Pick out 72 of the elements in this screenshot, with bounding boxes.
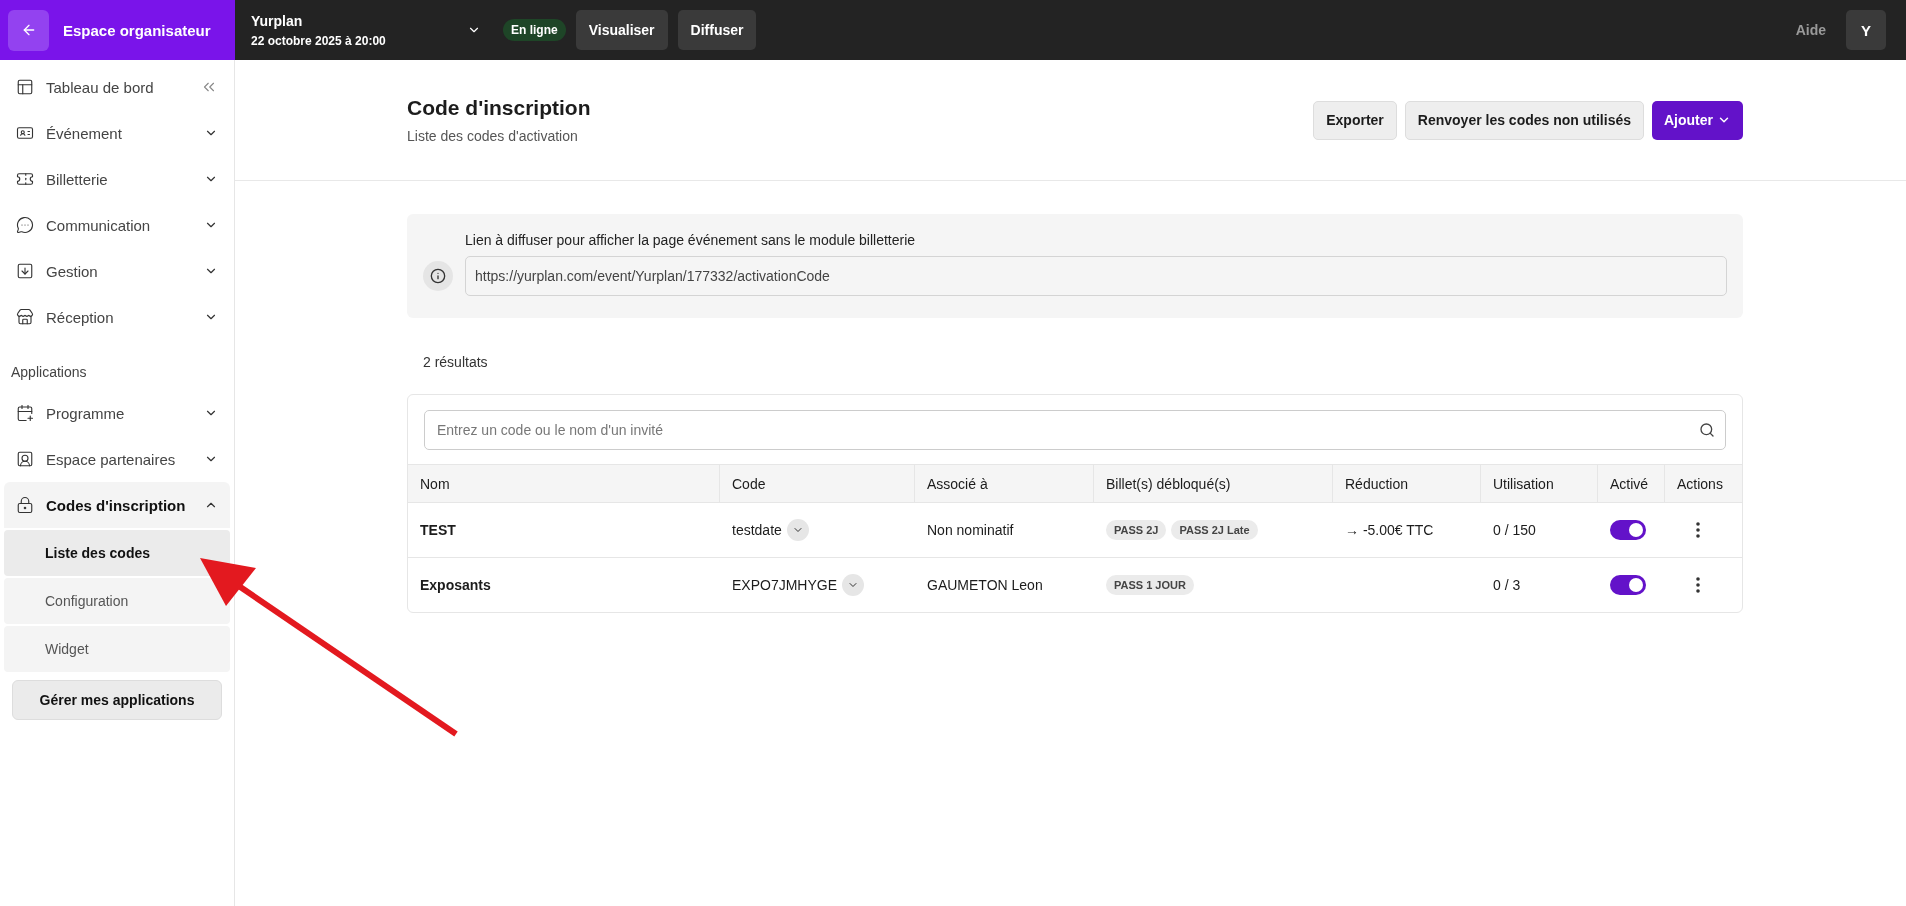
header-button[interactable]: Exporter [1313, 100, 1397, 140]
sidebar-item[interactable]: Événement [4, 110, 230, 156]
column-header: Billet(s) débloqué(s) [1094, 465, 1333, 502]
topbar-button[interactable]: Diffuser [677, 10, 757, 50]
menu-item-icon [16, 404, 34, 422]
menu-item-icon [16, 308, 34, 326]
menu-item-icon [16, 124, 34, 142]
sidebar-item[interactable]: Tableau de bord [4, 64, 230, 110]
associated-cell: GAUMETON Leon [927, 577, 1043, 593]
column-header: Code [720, 465, 915, 502]
sidebar-subitem[interactable]: Widget [4, 626, 230, 672]
reduction-cell: → -5.00€ TTC [1345, 522, 1434, 538]
active-toggle[interactable] [1610, 520, 1646, 540]
event-date: 22 octobre 2025 à 20:00 [251, 33, 386, 48]
ticket-tag: PASS 2J [1106, 520, 1167, 540]
menu-item-icon [16, 496, 34, 514]
search-input[interactable]: Entrez un code ou le nom d'un invité [435, 421, 1691, 439]
event-name: Yurplan [251, 12, 304, 29]
name-cell: TEST [420, 522, 456, 538]
menu-item-icon [16, 78, 34, 96]
page-title: Code d'inscription [407, 96, 592, 120]
url-field[interactable]: https://yurplan.com/event/Yurplan/177332/activationCode [465, 256, 1727, 296]
sidebar-subitem[interactable]: Configuration [4, 578, 230, 624]
more-vertical-icon [1696, 577, 1700, 593]
usage-cell: 0 / 150 [1493, 522, 1536, 538]
name-cell: Exposants [420, 577, 491, 593]
code-dropdown-button[interactable] [786, 519, 809, 541]
sidebar-subitem[interactable]: Liste des codes [4, 530, 230, 576]
sidebar-item[interactable]: Billetterie [4, 156, 230, 202]
column-header: Utilisation [1481, 465, 1598, 502]
section-title: Applications [11, 364, 88, 380]
info-icon [423, 261, 453, 291]
more-actions-button[interactable] [1696, 577, 1700, 593]
sidebar-item[interactable]: Communication [4, 202, 230, 248]
ticket-tag: PASS 2J Late [1171, 520, 1258, 540]
help-link[interactable]: Aide [1795, 22, 1826, 38]
sidebar-item[interactable]: Gestion [4, 248, 230, 294]
code-cell: testdate [732, 522, 782, 538]
add-dropdown-button[interactable]: Ajouter [1652, 100, 1743, 140]
column-header: Actions [1676, 474, 1724, 494]
associated-cell: Non nominatif [927, 522, 1014, 538]
ticket-tag: PASS 1 JOUR [1106, 575, 1194, 595]
topbar-button[interactable]: Visualiser [575, 10, 668, 50]
sidebar-item[interactable]: Programme [4, 390, 230, 436]
menu-item-icon [16, 450, 34, 468]
menu-item-icon [16, 170, 34, 188]
results-count: 2 résultats [423, 354, 489, 370]
avatar-button[interactable]: Y [1846, 10, 1886, 50]
search-field[interactable]: Entrez un code ou le nom d'un invité [424, 410, 1726, 450]
code-cell: EXPO7JMHYGE [732, 577, 838, 593]
column-header: Réduction [1333, 465, 1481, 502]
code-dropdown-button[interactable] [842, 574, 865, 596]
column-header: Nom [408, 465, 720, 502]
menu-item-icon [16, 216, 34, 234]
column-header: Associé à [915, 465, 1094, 502]
share-link-label: Lien à diffuser pour afficher la page événement sans le module billetterie [465, 232, 917, 248]
header-button[interactable]: Renvoyer les codes non utilisés [1404, 100, 1644, 140]
back-button[interactable] [8, 9, 49, 51]
search-icon [1699, 422, 1715, 438]
sidebar-item[interactable]: Espace partenaires [4, 436, 230, 482]
more-actions-button[interactable] [1696, 522, 1700, 538]
usage-cell: 0 / 3 [1493, 577, 1521, 593]
sidebar-item[interactable]: Réception [4, 294, 230, 340]
status-badge: En ligne [503, 19, 566, 41]
active-toggle[interactable] [1610, 575, 1646, 595]
page-subtitle: Liste des codes d'activation [407, 128, 579, 144]
column-header: Activé [1598, 465, 1665, 502]
workspace-title: Espace organisateur [63, 21, 211, 39]
sidebar-item[interactable]: Codes d'inscription [4, 482, 230, 528]
menu-item-icon [16, 262, 34, 280]
manage-apps-button[interactable]: Gérer mes applications [12, 680, 222, 720]
more-vertical-icon [1696, 522, 1700, 538]
